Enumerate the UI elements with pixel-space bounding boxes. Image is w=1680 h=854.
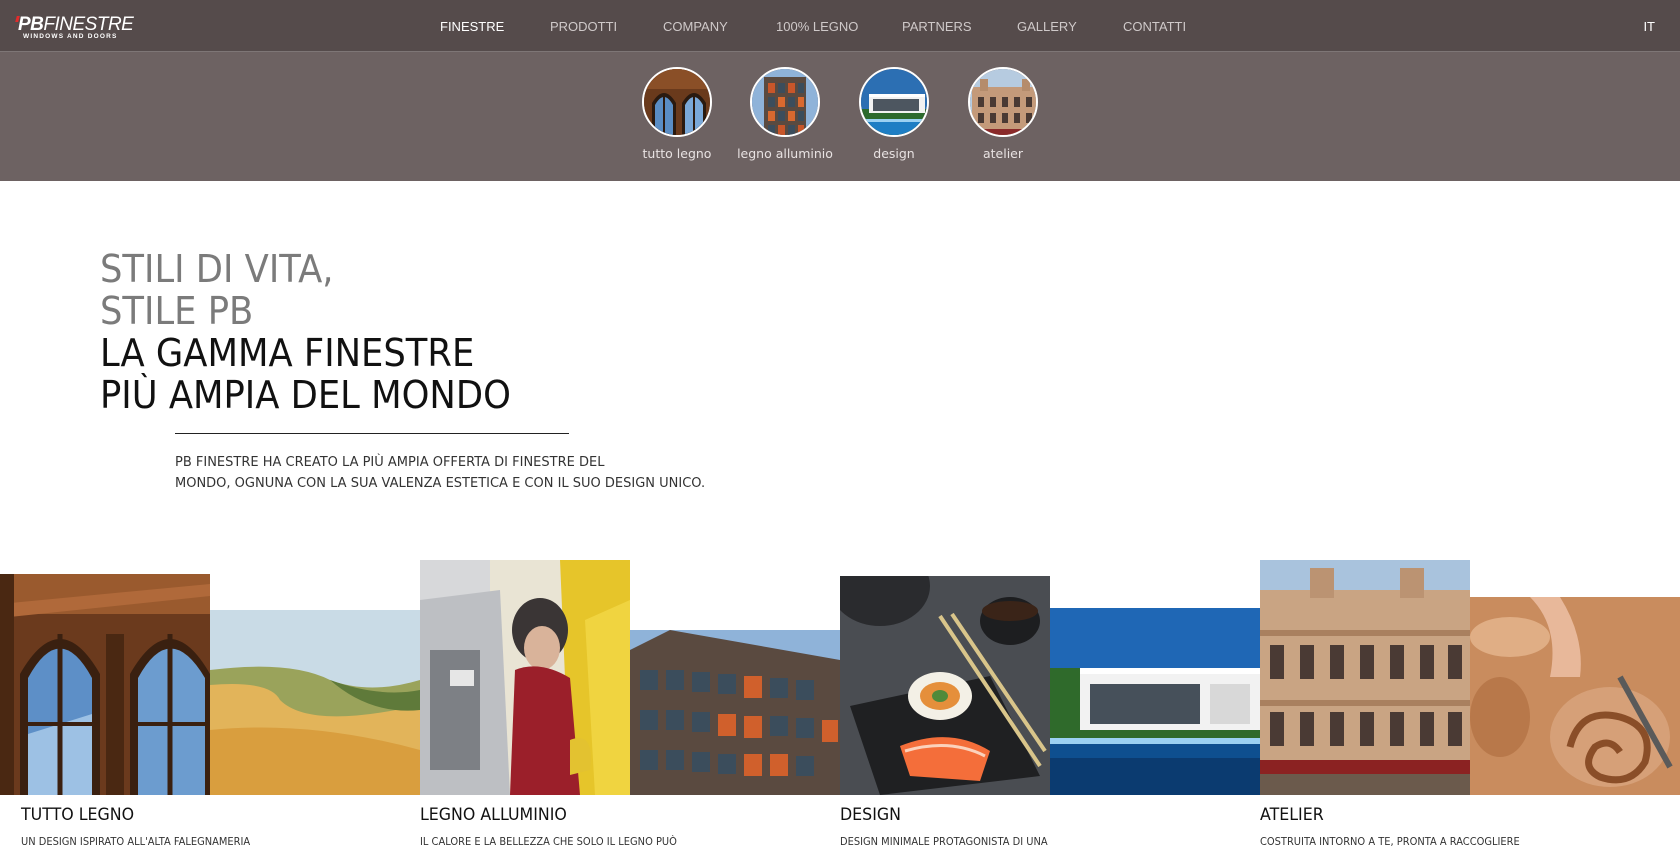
language-switch[interactable]: IT xyxy=(1643,19,1655,34)
hero-line-4: PIÙ AMPIA DEL MONDO xyxy=(100,373,511,417)
section-tutto-legno[interactable]: TUTTO LEGNO UN DESIGN ISPIRATO ALL'ALTA … xyxy=(21,805,421,848)
section-text: UN DESIGN ISPIRATO ALL'ALTA FALEGNAMERIA xyxy=(21,836,251,848)
hero-heading: STILI DI VITA, STILE PB LA GAMMA FINESTR… xyxy=(100,248,542,416)
nav-gallery[interactable]: GALLERY xyxy=(1017,19,1123,34)
nav-prodotti[interactable]: PRODOTTI xyxy=(550,19,663,34)
hero-line-1: STILI DI VITA, xyxy=(100,247,334,291)
atelier-thumbnail xyxy=(968,67,1038,137)
hero-line-3: LA GAMMA FINESTRE xyxy=(100,331,475,375)
tutto-legno-thumbnail xyxy=(642,67,712,137)
section-text: COSTRUITA INTORNO A TE, PRONTA A RACCOGL… xyxy=(1260,836,1520,848)
nav-company[interactable]: COMPANY xyxy=(663,19,776,34)
main-menu: FINESTRE PRODOTTI COMPANY 100% LEGNO PAR… xyxy=(440,0,1213,52)
nav-100-legno[interactable]: 100% LEGNO xyxy=(776,19,902,34)
woman-taxi-image[interactable] xyxy=(420,560,630,795)
hero-line-2: STILE PB xyxy=(100,289,254,333)
category-atelier[interactable]: atelier xyxy=(938,67,1068,161)
section-design[interactable]: DESIGN DESIGN MINIMALE PROTAGONISTA DI U… xyxy=(840,805,1240,848)
hero-intro-text: PB FINESTRE HA CREATO LA PIÙ AMPIA OFFER… xyxy=(175,452,735,494)
section-title: DESIGN xyxy=(840,805,901,825)
section-title: ATELIER xyxy=(1260,805,1324,825)
section-title: TUTTO LEGNO xyxy=(21,805,135,825)
nav-finestre[interactable]: FINESTRE xyxy=(440,19,550,34)
top-navigation-bar: PBFINESTRE WINDOWS AND DOORS FINESTRE PR… xyxy=(0,0,1680,52)
building-facade-image[interactable] xyxy=(630,630,840,795)
legno-alluminio-thumbnail xyxy=(750,67,820,137)
section-title: LEGNO ALLUMINIO xyxy=(420,805,567,825)
category-bar: tutto legno legno alluminio design ateli… xyxy=(0,52,1680,181)
hero-divider xyxy=(175,433,569,434)
design-thumbnail xyxy=(859,67,929,137)
category-label: atelier xyxy=(982,146,1024,161)
intro-line-1: PB FINESTRE HA CREATO LA PIÙ AMPIA OFFER… xyxy=(175,455,605,470)
tutto-legno-arches-image[interactable] xyxy=(0,574,210,795)
modern-villa-image[interactable] xyxy=(1050,608,1260,795)
wheat-field-image[interactable] xyxy=(210,610,420,795)
pb-finestre-logo[interactable]: PBFINESTRE WINDOWS AND DOORS xyxy=(15,14,134,40)
section-text: IL CALORE E LA BELLEZZA CHE SOLO IL LEGN… xyxy=(420,836,677,848)
product-image-strip xyxy=(0,560,1680,795)
section-text: DESIGN MINIMALE PROTAGONISTA DI UNA xyxy=(840,836,1048,848)
nav-contatti[interactable]: CONTATTI xyxy=(1123,19,1213,34)
section-legno-alluminio[interactable]: LEGNO ALLUMINIO IL CALORE E LA BELLEZZA … xyxy=(420,805,820,848)
nav-partners[interactable]: PARTNERS xyxy=(902,19,1017,34)
logo-tagline: WINDOWS AND DOORS xyxy=(23,33,118,40)
section-atelier[interactable]: ATELIER COSTRUITA INTORNO A TE, PRONTA A… xyxy=(1260,805,1660,848)
wood-carving-image[interactable] xyxy=(1470,597,1680,795)
sushi-image[interactable] xyxy=(840,576,1050,795)
intro-line-2: MONDO, OGNUNA CON LA SUA VALENZA ESTETIC… xyxy=(175,476,706,491)
atelier-palace-image[interactable] xyxy=(1260,560,1470,795)
